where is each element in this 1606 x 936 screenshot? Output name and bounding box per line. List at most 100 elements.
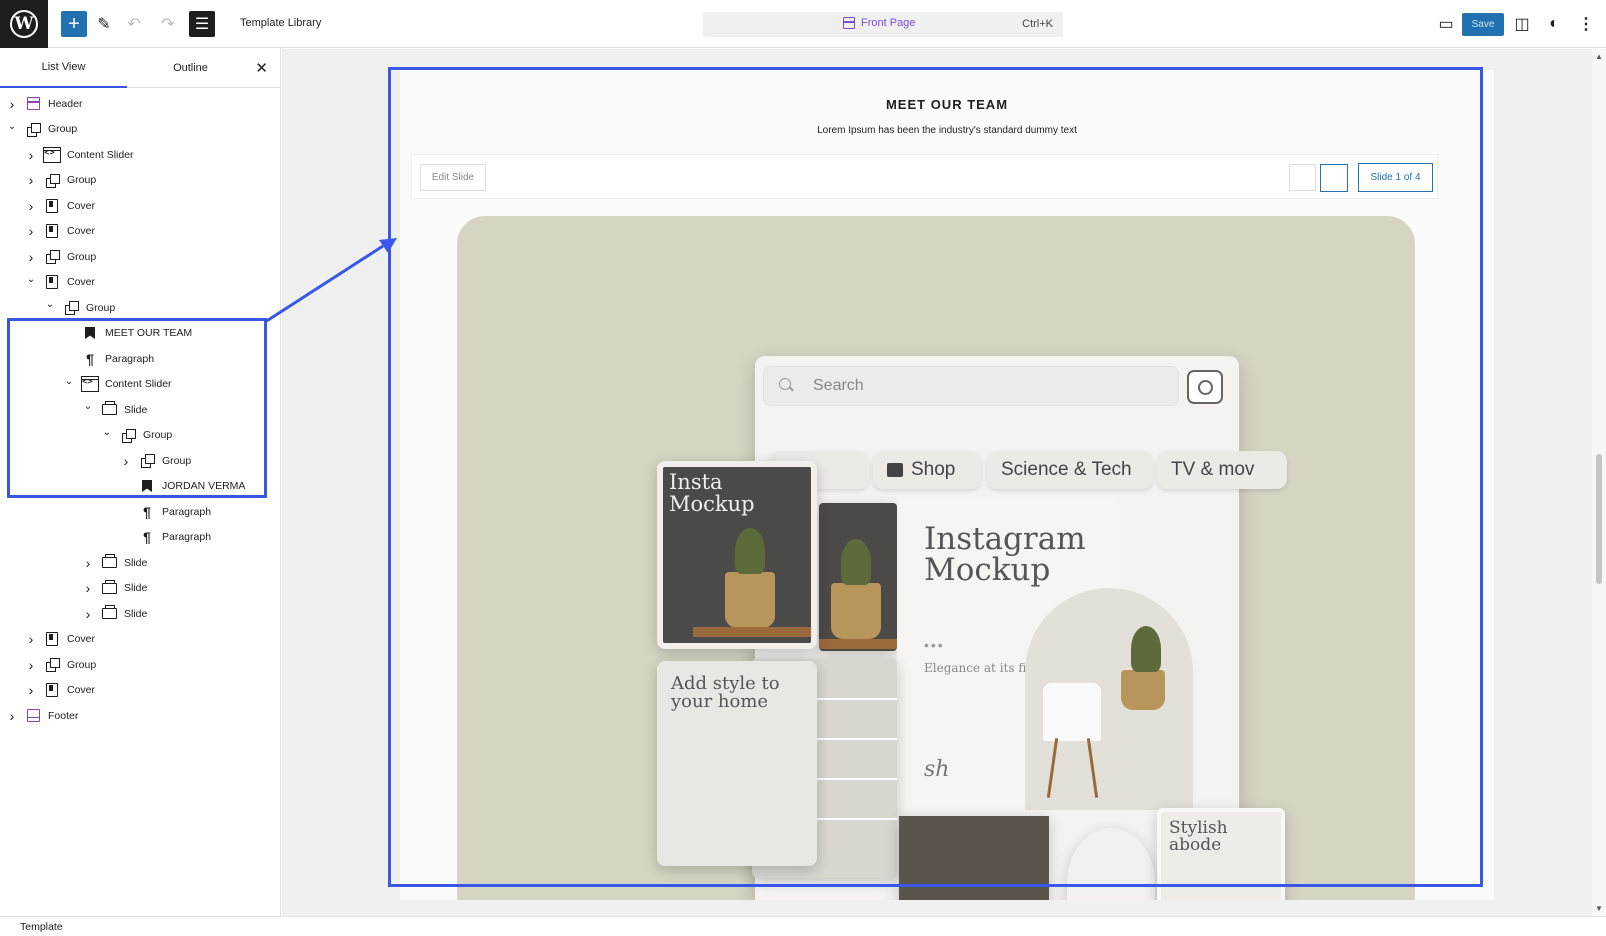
list-view-item[interactable]: ⌄ Group — [0, 295, 281, 320]
chip-label: TV & mov — [1171, 459, 1255, 480]
canvas-scrollbar[interactable]: ▲ ▼ — [1592, 49, 1606, 916]
chevron-right-icon[interactable]: › — [6, 96, 18, 112]
tab-list-view[interactable]: List View — [0, 48, 127, 88]
list-view-item-label: MEET OUR TEAM — [105, 327, 193, 339]
device-preview-button[interactable]: ▭ — [1433, 11, 1459, 37]
list-view-item-label: Group — [162, 454, 192, 467]
list-view-item[interactable]: › Slide — [0, 576, 281, 601]
chevron-right-icon[interactable]: › — [25, 172, 37, 188]
undo-button[interactable]: ↶ — [121, 11, 147, 37]
list-view-item-label: Group — [67, 174, 97, 186]
content-slider-icon: <> — [43, 146, 61, 164]
redo-button[interactable]: ↷ — [155, 11, 181, 37]
list-view-item[interactable]: › Cover — [0, 219, 281, 244]
editor-canvas[interactable]: MEET OUR TEAM Lorem Ipsum has been the i… — [282, 49, 1592, 916]
chevron-down-icon[interactable]: ⌄ — [6, 121, 18, 132]
list-view-item[interactable]: › <> Content Slider — [0, 142, 281, 167]
chevron-right-icon[interactable]: › — [120, 453, 132, 469]
list-view-item[interactable]: ¶ Paragraph — [0, 346, 281, 371]
list-view-item-label: Slide — [124, 403, 148, 416]
list-view-item[interactable]: › Cover — [0, 193, 281, 218]
chevron-down-icon[interactable]: ⌄ — [25, 274, 37, 285]
tools-button[interactable]: ✎ — [91, 11, 117, 37]
save-button[interactable]: Save — [1462, 13, 1504, 36]
more-vertical-icon: ⋮ — [1578, 16, 1594, 33]
list-view-item[interactable]: › Cover — [0, 627, 281, 652]
list-view-item-label: Cover — [67, 276, 96, 288]
mockup-signature: sh — [924, 757, 950, 782]
group-icon — [138, 452, 156, 470]
list-view-item[interactable]: ⌄ Cover — [0, 270, 281, 295]
list-view-item[interactable]: › Group — [0, 448, 281, 473]
chevron-right-icon[interactable]: › — [25, 682, 37, 698]
styles-button[interactable]: ◐ — [1541, 11, 1567, 37]
list-view-item[interactable]: › Cover — [0, 678, 281, 703]
list-view-item[interactable]: › Slide — [0, 550, 281, 575]
add-block-button[interactable]: + — [61, 11, 87, 37]
list-view-item[interactable]: › Footer — [0, 703, 281, 728]
scrollbar-thumb[interactable] — [1596, 454, 1602, 584]
options-button[interactable]: ⋮ — [1573, 11, 1599, 37]
chevron-right-icon[interactable]: › — [6, 708, 18, 724]
list-view-item[interactable]: ⌄ Slide — [0, 397, 281, 422]
list-view-item[interactable]: JORDAN VERMA — [0, 474, 281, 499]
chevron-right-icon[interactable]: › — [82, 555, 94, 571]
previous-slide-button[interactable] — [1289, 164, 1316, 191]
list-view-item[interactable]: › Group — [0, 168, 281, 193]
paragraph-icon: ¶ — [143, 503, 151, 520]
list-view-item[interactable]: › Group — [0, 652, 281, 677]
list-view-item[interactable]: MEET OUR TEAM — [0, 321, 281, 346]
list-view-item[interactable]: ⌄ Group — [0, 423, 281, 448]
chevron-right-icon[interactable]: › — [25, 147, 37, 163]
team-paragraph[interactable]: Lorem Ipsum has been the industry's stan… — [400, 125, 1494, 136]
command-palette-bar[interactable]: Front Page Ctrl+K — [703, 12, 1063, 37]
list-view-item[interactable]: ⌄ Group — [0, 117, 281, 142]
chevron-down-icon[interactable]: ⌄ — [63, 376, 75, 387]
document-overview-button[interactable]: ☰ — [189, 11, 215, 37]
list-view-item[interactable]: › Slide — [0, 601, 281, 626]
plus-icon: + — [68, 13, 80, 35]
paragraph-icon: ¶ — [143, 529, 151, 545]
scroll-up-icon[interactable]: ▲ — [1595, 52, 1603, 61]
list-view-item[interactable]: › Group — [0, 244, 281, 269]
shopping-bag-icon — [887, 463, 903, 477]
breadcrumb[interactable]: Template — [20, 921, 63, 933]
chevron-right-icon[interactable]: › — [25, 657, 37, 673]
team-heading[interactable]: MEET OUR TEAM — [400, 97, 1494, 112]
cover-block[interactable]: MEET OUR TEAM Lorem Ipsum has been the i… — [400, 70, 1494, 900]
plant-basket — [1121, 626, 1165, 710]
chevron-right-icon[interactable]: › — [25, 249, 37, 265]
heading-icon — [138, 477, 156, 495]
wordpress-logo-button[interactable]: W — [0, 0, 48, 48]
search-icon — [779, 378, 791, 390]
close-icon[interactable]: ✕ — [255, 59, 268, 77]
chevron-down-icon[interactable]: ⌄ — [44, 299, 56, 310]
edit-slide-button[interactable]: Edit Slide — [420, 164, 486, 191]
desktop-icon: ▭ — [1438, 16, 1454, 33]
slide-icon — [100, 554, 118, 572]
stylish-abode-card: Stylish abode — [1157, 808, 1285, 900]
chevron-right-icon[interactable]: › — [25, 223, 37, 239]
next-slide-button[interactable] — [1320, 164, 1348, 192]
settings-button[interactable]: ◫ — [1509, 11, 1535, 37]
list-view-item[interactable]: › Header — [0, 91, 281, 116]
chevron-right-icon[interactable]: › — [25, 631, 37, 647]
list-view-item[interactable]: ¶ Paragraph — [0, 499, 281, 524]
list-view-item[interactable]: ⌄ <> Content Slider — [0, 372, 281, 397]
content-slider-icon: <> — [81, 375, 99, 393]
chevron-down-icon[interactable]: ⌄ — [101, 427, 113, 438]
chevron-right-icon[interactable]: › — [82, 606, 94, 622]
insta-mockup-card: Insta Mockup — [657, 461, 817, 649]
list-view-item[interactable]: ¶ Paragraph — [0, 525, 281, 550]
undo-icon: ↶ — [127, 16, 141, 33]
group-icon — [24, 120, 42, 138]
slide-image[interactable]: Search TV Shop Science & Tech TV & mov I… — [457, 216, 1415, 900]
list-view-item-label: Slide — [124, 556, 148, 569]
tab-outline[interactable]: Outline — [127, 48, 254, 88]
chevron-down-icon[interactable]: ⌄ — [82, 401, 94, 412]
list-view-item-label: Header — [48, 97, 83, 110]
list-view-item-label: Cover — [67, 684, 96, 696]
chevron-right-icon[interactable]: › — [82, 580, 94, 596]
chevron-right-icon[interactable]: › — [25, 198, 37, 214]
scroll-down-icon[interactable]: ▼ — [1595, 904, 1603, 913]
